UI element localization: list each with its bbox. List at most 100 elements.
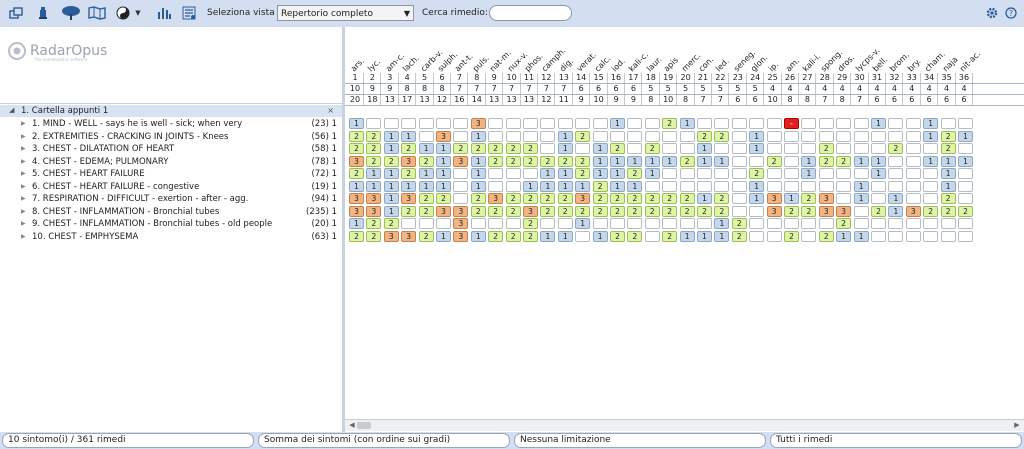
grade-cell[interactable] xyxy=(923,168,939,179)
grade-cell[interactable]: 1 xyxy=(470,168,486,179)
grade-cell[interactable]: 3 xyxy=(905,205,921,217)
expand-triangle-icon[interactable]: ▶ xyxy=(21,168,26,180)
grade-cell[interactable] xyxy=(905,118,921,129)
grade-cell[interactable] xyxy=(731,205,747,217)
grade-cell[interactable] xyxy=(679,130,695,142)
grade-cell[interactable]: 3 xyxy=(766,205,782,217)
grade-cell[interactable]: 1 xyxy=(557,230,573,242)
grade-cell[interactable]: 2 xyxy=(523,155,538,167)
scroll-right-icon[interactable]: ▶ xyxy=(1012,421,1022,430)
grade-cell[interactable]: 3 xyxy=(453,155,469,167)
grade-cell[interactable]: 2 xyxy=(575,205,591,217)
grade-cell[interactable]: 1 xyxy=(697,155,712,167)
grade-cell[interactable]: 2 xyxy=(488,230,504,242)
list-settings-icon[interactable] xyxy=(180,4,198,22)
grade-cell[interactable] xyxy=(592,118,608,129)
grade-cell[interactable]: 1 xyxy=(592,168,608,179)
grade-cell[interactable]: 1 xyxy=(801,155,817,167)
grade-cell[interactable] xyxy=(697,118,712,129)
grade-cell[interactable]: 2 xyxy=(436,193,451,204)
grade-cell[interactable]: 3 xyxy=(523,205,538,217)
grade-cell[interactable] xyxy=(784,155,799,167)
grade-cell[interactable]: 2 xyxy=(575,130,591,142)
grade-cell[interactable]: 2 xyxy=(418,230,434,242)
remedy-name[interactable]: am. xyxy=(784,56,801,73)
grade-cell[interactable]: 2 xyxy=(349,168,364,179)
grade-cell[interactable]: 1 xyxy=(749,130,765,142)
grade-cell[interactable]: 1 xyxy=(714,218,730,229)
grade-cell[interactable] xyxy=(418,118,434,129)
grade-cell[interactable]: 1 xyxy=(853,180,869,192)
grade-cell[interactable] xyxy=(801,180,817,192)
grade-cell[interactable] xyxy=(366,118,382,129)
grade-cell[interactable] xyxy=(575,230,591,242)
grade-cell[interactable]: 2 xyxy=(557,205,573,217)
grade-cell[interactable]: 1 xyxy=(470,180,486,192)
grade-cell[interactable] xyxy=(958,143,973,154)
grade-cell[interactable] xyxy=(644,218,660,229)
grade-cell[interactable]: 2 xyxy=(679,205,695,217)
grade-cell[interactable] xyxy=(488,130,504,142)
grade-cell[interactable] xyxy=(540,118,556,129)
grade-cell[interactable]: 1 xyxy=(697,230,712,242)
grade-cell[interactable]: 1 xyxy=(383,130,399,142)
grade-cell[interactable] xyxy=(731,155,747,167)
grade-cell[interactable]: 1 xyxy=(592,230,608,242)
grade-cell[interactable]: 2 xyxy=(505,193,521,204)
grade-cell[interactable] xyxy=(731,193,747,204)
grade-cell[interactable] xyxy=(731,118,747,129)
grade-cell[interactable] xyxy=(662,218,678,229)
remedy-name[interactable]: nit-ac. xyxy=(958,49,982,73)
grade-cell[interactable]: 1 xyxy=(958,130,973,142)
remedy-name[interactable]: ip. xyxy=(767,60,780,73)
grade-cell[interactable]: 1 xyxy=(714,155,730,167)
grade-cell[interactable] xyxy=(592,130,608,142)
grade-cell[interactable]: 3 xyxy=(401,230,417,242)
grade-cell[interactable]: 2 xyxy=(523,193,538,204)
grade-cell[interactable]: 2 xyxy=(958,205,973,217)
grade-cell[interactable] xyxy=(488,180,504,192)
symptom-row[interactable]: ▶ 2. EXTREMITIES - CRACKING IN JOINTS - K… xyxy=(0,131,342,143)
grade-cell[interactable]: 2 xyxy=(592,193,608,204)
remedy-name[interactable]: merc. xyxy=(680,51,702,73)
grade-cell[interactable]: 2 xyxy=(540,155,556,167)
grade-cell[interactable] xyxy=(853,143,869,154)
grade-cell[interactable] xyxy=(905,143,921,154)
grade-cell[interactable] xyxy=(627,118,643,129)
grade-cell[interactable] xyxy=(731,130,747,142)
grade-cell[interactable] xyxy=(871,143,886,154)
grade-cell[interactable] xyxy=(540,143,556,154)
search-input[interactable] xyxy=(489,5,572,21)
remedy-name[interactable]: ars. xyxy=(349,56,366,73)
grade-cell[interactable] xyxy=(836,168,852,179)
grade-cell[interactable] xyxy=(766,118,782,129)
scroll-left-icon[interactable]: ◀ xyxy=(347,421,357,430)
grade-cell[interactable] xyxy=(853,118,869,129)
grade-cell[interactable] xyxy=(644,230,660,242)
grade-cell[interactable]: 1 xyxy=(923,130,939,142)
grade-cell[interactable]: 1 xyxy=(540,180,556,192)
grade-cell[interactable] xyxy=(505,168,521,179)
grade-cell[interactable] xyxy=(853,205,869,217)
symptom-row[interactable]: ▶ 1. MIND - WELL - says he is well - sick… xyxy=(0,118,342,130)
grade-cell[interactable] xyxy=(523,168,538,179)
grade-cell[interactable]: 1 xyxy=(940,168,956,179)
grade-cell[interactable] xyxy=(679,218,695,229)
grade-cell[interactable] xyxy=(940,218,956,229)
grade-cell[interactable] xyxy=(766,143,782,154)
grade-cell[interactable] xyxy=(679,143,695,154)
grade-cell[interactable]: 3 xyxy=(453,218,469,229)
grade-cell[interactable]: 2 xyxy=(349,130,364,142)
grade-cell[interactable]: 1 xyxy=(679,230,695,242)
grade-cell[interactable] xyxy=(749,155,765,167)
map-icon[interactable] xyxy=(87,4,107,22)
grade-cell[interactable] xyxy=(871,230,886,242)
grade-cell[interactable]: 2 xyxy=(592,180,608,192)
remedy-name[interactable]: brom. xyxy=(888,50,911,73)
grade-cell[interactable] xyxy=(505,118,521,129)
grade-cell[interactable] xyxy=(523,118,538,129)
grade-cell[interactable]: 1 xyxy=(383,205,399,217)
grade-cell[interactable] xyxy=(731,168,747,179)
grade-cell[interactable]: 1 xyxy=(853,230,869,242)
grade-cell[interactable]: 1 xyxy=(958,155,973,167)
